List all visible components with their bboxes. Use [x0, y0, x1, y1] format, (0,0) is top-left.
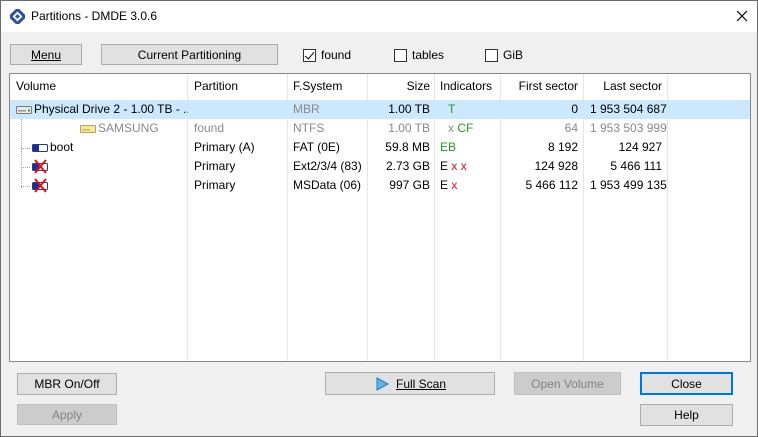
mbr-onoff-button[interactable]: MBR On/Off [17, 373, 117, 395]
indicator-cf: CF [457, 121, 474, 135]
apply-label: Apply [51, 407, 83, 422]
current-partitioning-button[interactable]: Current Partitioning [101, 44, 278, 65]
window-title: Partitions - DMDE 3.0.6 [31, 9, 158, 23]
cell-fsystem: MBR [293, 102, 320, 116]
column-header-fsystem[interactable]: F.System [287, 74, 368, 99]
open-volume-label: Open Volume [531, 376, 604, 391]
cell-size: 59.8 MB [385, 140, 430, 154]
gib-checkbox-box[interactable] [485, 48, 498, 62]
menu-button[interactable]: Menu [10, 44, 82, 65]
cell-fsystem: Ext2/3/4 (83) [293, 159, 362, 173]
table-row-physical-drive[interactable]: Physical Drive 2 - 1.00 TB - ... MBR 1.0… [10, 100, 750, 119]
column-header-indicators[interactable]: Indicators [434, 74, 501, 99]
table-header: Volume Partition F.System Size Indicator… [10, 74, 750, 99]
column-header-partition[interactable]: Partition [188, 74, 287, 99]
cell-volume: Physical Drive 2 - 1.00 TB - ... [34, 102, 188, 116]
cell-partition: Primary (A) [194, 140, 255, 154]
cell-last-sector: 124 927 [618, 140, 662, 154]
cell-last-sector: 1 953 499 135 [590, 178, 667, 192]
found-checkbox-label: found [321, 48, 352, 62]
gib-checkbox[interactable]: GiB [485, 47, 523, 63]
table-row-msdata[interactable]: Primary MSData (06) 997 GB E x 5 466 112… [10, 176, 750, 195]
cell-indicators: T [448, 102, 456, 116]
column-header-last-sector[interactable]: Last sector [584, 74, 668, 99]
cell-indicators: EB [440, 140, 457, 154]
help-label: Help [674, 408, 699, 422]
partitions-table[interactable]: Volume Partition F.System Size Indicator… [9, 73, 751, 362]
indicator-e: E [440, 178, 449, 192]
cell-first-sector: 8 192 [547, 140, 578, 154]
cell-partition: Primary [194, 159, 236, 173]
gib-checkbox-label: GiB [503, 48, 524, 62]
indicator-e: E [440, 159, 449, 173]
cell-fsystem: NTFS [293, 121, 325, 135]
cell-volume: boot [50, 140, 74, 154]
cell-last-sector: 1 953 504 687 [590, 102, 667, 116]
mbr-onoff-label: MBR On/Off [34, 377, 100, 391]
cell-partition: found [194, 121, 225, 135]
cell-first-sector: 5 466 112 [525, 178, 579, 192]
full-scan-label: Full Scan [395, 376, 447, 391]
close-window-button[interactable] [729, 5, 755, 27]
open-volume-button[interactable]: Open Volume [514, 372, 621, 395]
indicator-x: x [451, 178, 458, 192]
cell-last-sector: 5 466 111 [610, 159, 662, 173]
cell-first-sector: 124 928 [534, 159, 578, 173]
cell-volume: SAMSUNG [98, 121, 159, 135]
cell-fsystem: FAT (0E) [293, 140, 340, 154]
cell-first-sector: 64 [564, 121, 578, 135]
apply-button[interactable]: Apply [17, 404, 117, 425]
partitions-window: Partitions - DMDE 3.0.6 Menu Current Par… [0, 0, 758, 437]
tables-checkbox-label: tables [412, 48, 445, 62]
indicator-xx: x x [451, 159, 467, 173]
cell-volume [44, 176, 188, 195]
cell-last-sector: 1 953 503 999 [590, 121, 667, 135]
tables-checkbox[interactable]: tables [394, 47, 444, 63]
current-partitioning-label: Current Partitioning [137, 47, 242, 62]
cell-partition: Primary [194, 178, 236, 192]
table-row-boot[interactable]: boot Primary (A) FAT (0E) 59.8 MB EB 8 1… [10, 138, 750, 157]
cell-indicators: E x x [434, 157, 500, 176]
tables-checkbox-box[interactable] [394, 48, 407, 62]
title-bar[interactable]: Partitions - DMDE 3.0.6 [1, 1, 757, 32]
table-row-samsung[interactable]: SAMSUNG found NTFS 1.00 TB x CF 64 1 953… [10, 119, 750, 138]
cell-size: 2.73 GB [385, 159, 430, 173]
cell-size: 997 GB [389, 178, 430, 192]
full-scan-button[interactable]: Full Scan [325, 372, 495, 395]
table-row-ext[interactable]: Primary Ext2/3/4 (83) 2.73 GB E x x 124 … [10, 157, 750, 176]
help-button[interactable]: Help [640, 404, 733, 426]
cell-first-sector: 0 [571, 102, 578, 116]
cell-partition [188, 100, 287, 119]
column-header-first-sector[interactable]: First sector [500, 74, 584, 99]
found-checkbox[interactable]: found [303, 47, 351, 63]
column-header-size[interactable]: Size [368, 74, 436, 99]
menu-button-label: Menu [30, 47, 62, 62]
cell-indicators: E x [434, 176, 500, 195]
close-label: Close [671, 376, 702, 391]
indicator-x: x [448, 121, 454, 135]
found-checkbox-box[interactable] [303, 48, 316, 62]
close-button[interactable]: Close [640, 372, 733, 395]
cell-volume [44, 157, 188, 176]
close-icon [736, 10, 748, 22]
play-icon [376, 376, 390, 391]
cell-indicators: x CF [442, 119, 500, 138]
dmde-app-icon [10, 9, 25, 24]
cell-size: 1.00 TB [388, 121, 430, 135]
cell-fsystem: MSData (06) [293, 178, 362, 192]
cell-size: 1.00 TB [388, 102, 430, 116]
column-header-volume[interactable]: Volume [10, 74, 187, 99]
